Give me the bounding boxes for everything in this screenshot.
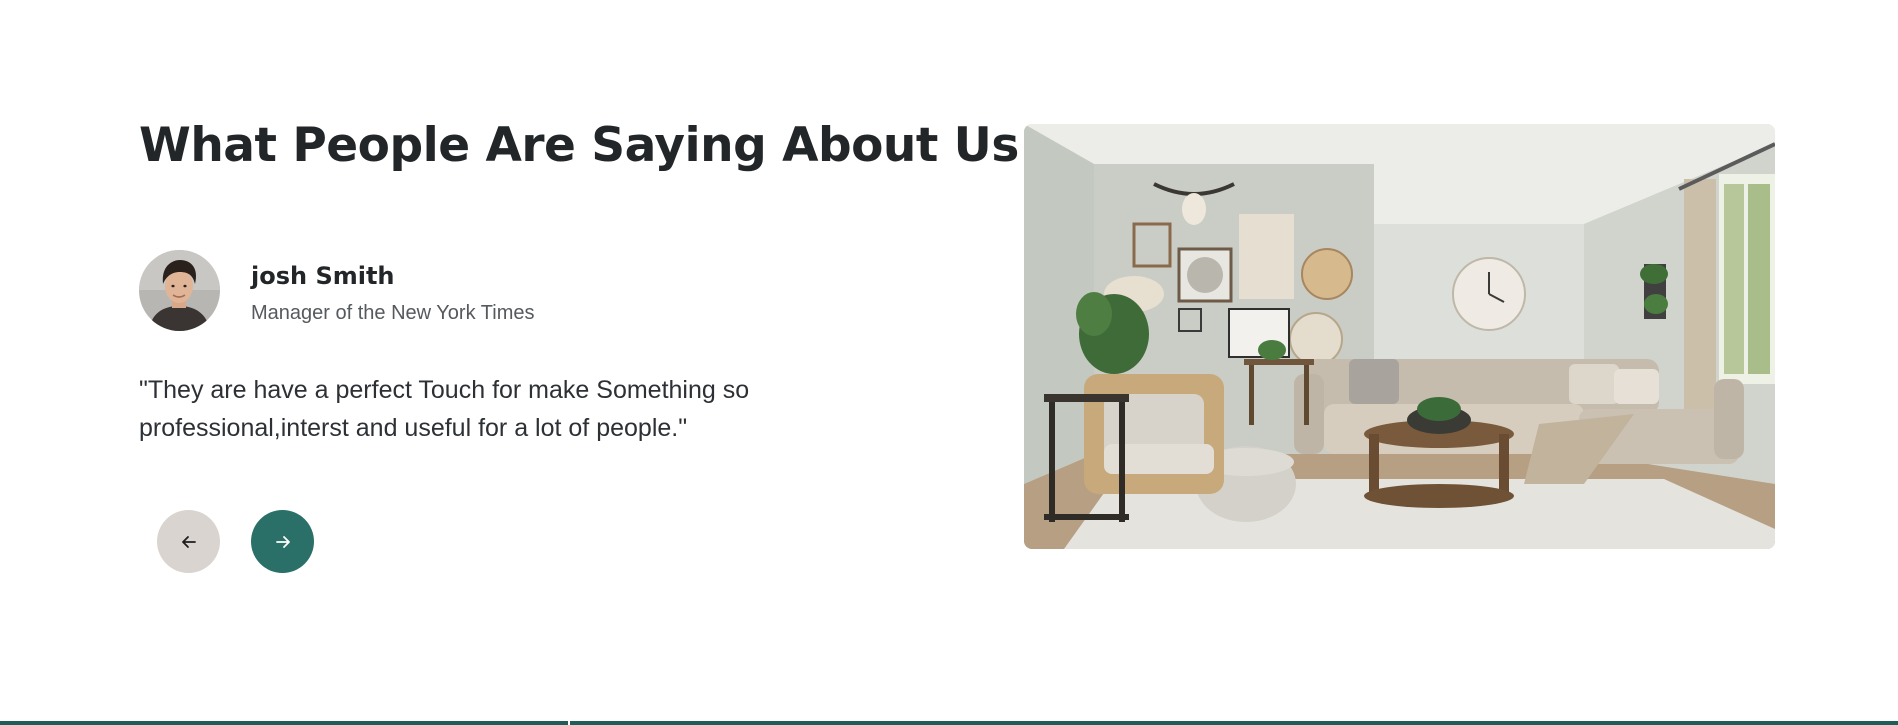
author-block: josh Smith Manager of the New York Times: [139, 250, 534, 331]
footer-edge: [0, 721, 1898, 725]
previous-button[interactable]: [157, 510, 220, 573]
avatar: [139, 250, 220, 331]
testimonials-section: What People Are Saying About Us josh Smi…: [0, 0, 1898, 725]
person-avatar-icon: [139, 250, 220, 331]
testimonial-image: [1024, 124, 1775, 549]
author-role: Manager of the New York Times: [251, 301, 535, 324]
author-info: josh Smith Manager of the New York Times: [251, 256, 534, 325]
section-heading: What People Are Saying About Us: [139, 118, 1019, 173]
testimonial-quote: "They are have a perfect Touch for make …: [139, 376, 750, 442]
living-room-image: [1024, 124, 1775, 549]
arrow-left-icon: [181, 535, 196, 548]
arrow-right-icon: [275, 535, 290, 548]
next-button[interactable]: [251, 510, 314, 573]
author-name: josh Smith: [251, 262, 395, 291]
footer-divider: [568, 721, 570, 725]
